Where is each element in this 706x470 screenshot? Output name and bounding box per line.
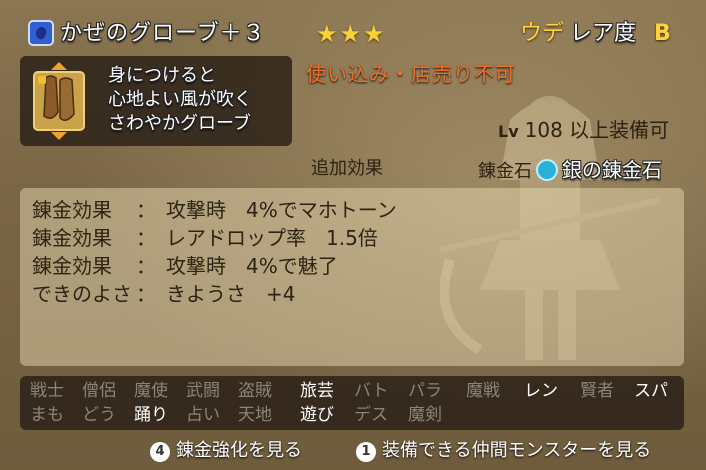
effect-label: できのよさ (32, 282, 132, 306)
item-description: 身につけると 心地よい風が吹く さわやかグローブ (108, 65, 252, 134)
job-label: バト (354, 381, 389, 401)
job-label: 遊び (300, 405, 334, 425)
effect-row: できのよさ： きようさ +4 (32, 278, 295, 307)
job-label: 占い (186, 405, 220, 425)
alchemy-stone-name: 銀の錬金石 (562, 158, 662, 182)
alchemy-stone-row: 錬金石 銀の錬金石 (478, 154, 662, 183)
quality-stars: ★★★ (316, 20, 387, 48)
job-label: 魔戦 (466, 381, 500, 401)
job-label: 盗賊 (238, 381, 272, 401)
notice-text: 使い込み・店売り不可 (306, 62, 516, 86)
job-label: パラ (408, 381, 442, 401)
effect-row: 錬金効果 ： 攻撃時 4%で魅了 (32, 250, 338, 279)
job-label: 賢者 (580, 381, 614, 401)
extra-effect-label: 追加効果 (311, 158, 383, 179)
button-4-icon: 4 (150, 442, 170, 462)
job-label: レン (524, 381, 558, 401)
job-label: 魔使 (134, 381, 168, 401)
effect-label: 錬金効果 (32, 254, 112, 278)
job-label: 魔剣 (408, 405, 442, 425)
rarity-grade: B (654, 21, 671, 46)
equip-slot-label: ウデ (520, 21, 565, 46)
item-header: かぜのグローブ＋３ ★★★ ウデ レア度 B (20, 16, 688, 54)
level-suffix: 以上装備可 (569, 118, 670, 142)
item-name: かぜのグローブ＋３ (60, 21, 266, 46)
effect-row: 錬金効果 ： 攻撃時 4%でマホトーン (32, 194, 397, 223)
effect-value: きようさ +4 (166, 282, 296, 306)
job-label: 踊り (134, 405, 168, 425)
rarity-label: レア度 (570, 21, 637, 46)
item-detail-screen: { "header": { "item_name": "かぜのグローブ＋３", … (0, 0, 706, 470)
level-label: Lv (498, 122, 519, 141)
effect-colon: ： (136, 254, 156, 278)
job-label: 天地 (238, 405, 272, 425)
button-1-icon: 1 (356, 442, 376, 462)
view-alchemy-upgrade-label: 錬金強化を見る (176, 440, 302, 461)
effect-value: レアドロップ率 1.5倍 (166, 226, 378, 250)
glove-icon (33, 62, 85, 140)
job-label: 武闘 (186, 381, 220, 401)
job-label: デス (354, 405, 388, 425)
job-label: 旅芸 (300, 381, 334, 401)
effect-colon: ： (136, 282, 156, 306)
effect-value: 攻撃時 4%で魅了 (166, 254, 338, 278)
job-label: 戦士 (30, 381, 64, 401)
effect-value: 攻撃時 4%でマホトーン (166, 198, 397, 222)
effect-colon: ： (136, 198, 156, 222)
effect-label: 錬金効果 (32, 226, 112, 250)
required-level: Lv 108 以上装備可 (498, 114, 669, 143)
glove-category-icon (28, 20, 54, 46)
level-value: 108 (524, 118, 563, 142)
job-list-panel: 戦士 僧侶 魔使 武闘 盗賊 旅芸 バト パラ 魔戦 レン 賢者 スパ まも ど… (20, 376, 684, 430)
job-label: スパ (634, 381, 668, 401)
effect-row: 錬金効果 ： レアドロップ率 1.5倍 (32, 222, 378, 251)
job-label: 僧侶 (82, 381, 116, 401)
item-panel: 身につけると 心地よい風が吹く さわやかグローブ (20, 56, 292, 146)
footer-bar: 4 錬金強化を見る 1 装備できる仲間モンスターを見る (0, 430, 706, 470)
job-label: どう (82, 405, 116, 425)
alchemy-stone-label: 錬金石 (478, 161, 532, 182)
view-alchemy-upgrade-button[interactable]: 4 錬金強化を見る (150, 436, 302, 462)
effects-panel: 錬金効果 ： 攻撃時 4%でマホトーン 錬金効果 ： レアドロップ率 1.5倍 錬金効果… (20, 188, 684, 366)
view-monster-equip-label: 装備できる仲間モンスターを見る (382, 440, 652, 461)
silver-alchemy-stone-icon (536, 159, 558, 181)
effect-colon: ： (136, 226, 156, 250)
effect-label: 錬金効果 (32, 198, 112, 222)
job-label: まも (30, 405, 64, 425)
view-monster-equip-button[interactable]: 1 装備できる仲間モンスターを見る (356, 436, 651, 462)
